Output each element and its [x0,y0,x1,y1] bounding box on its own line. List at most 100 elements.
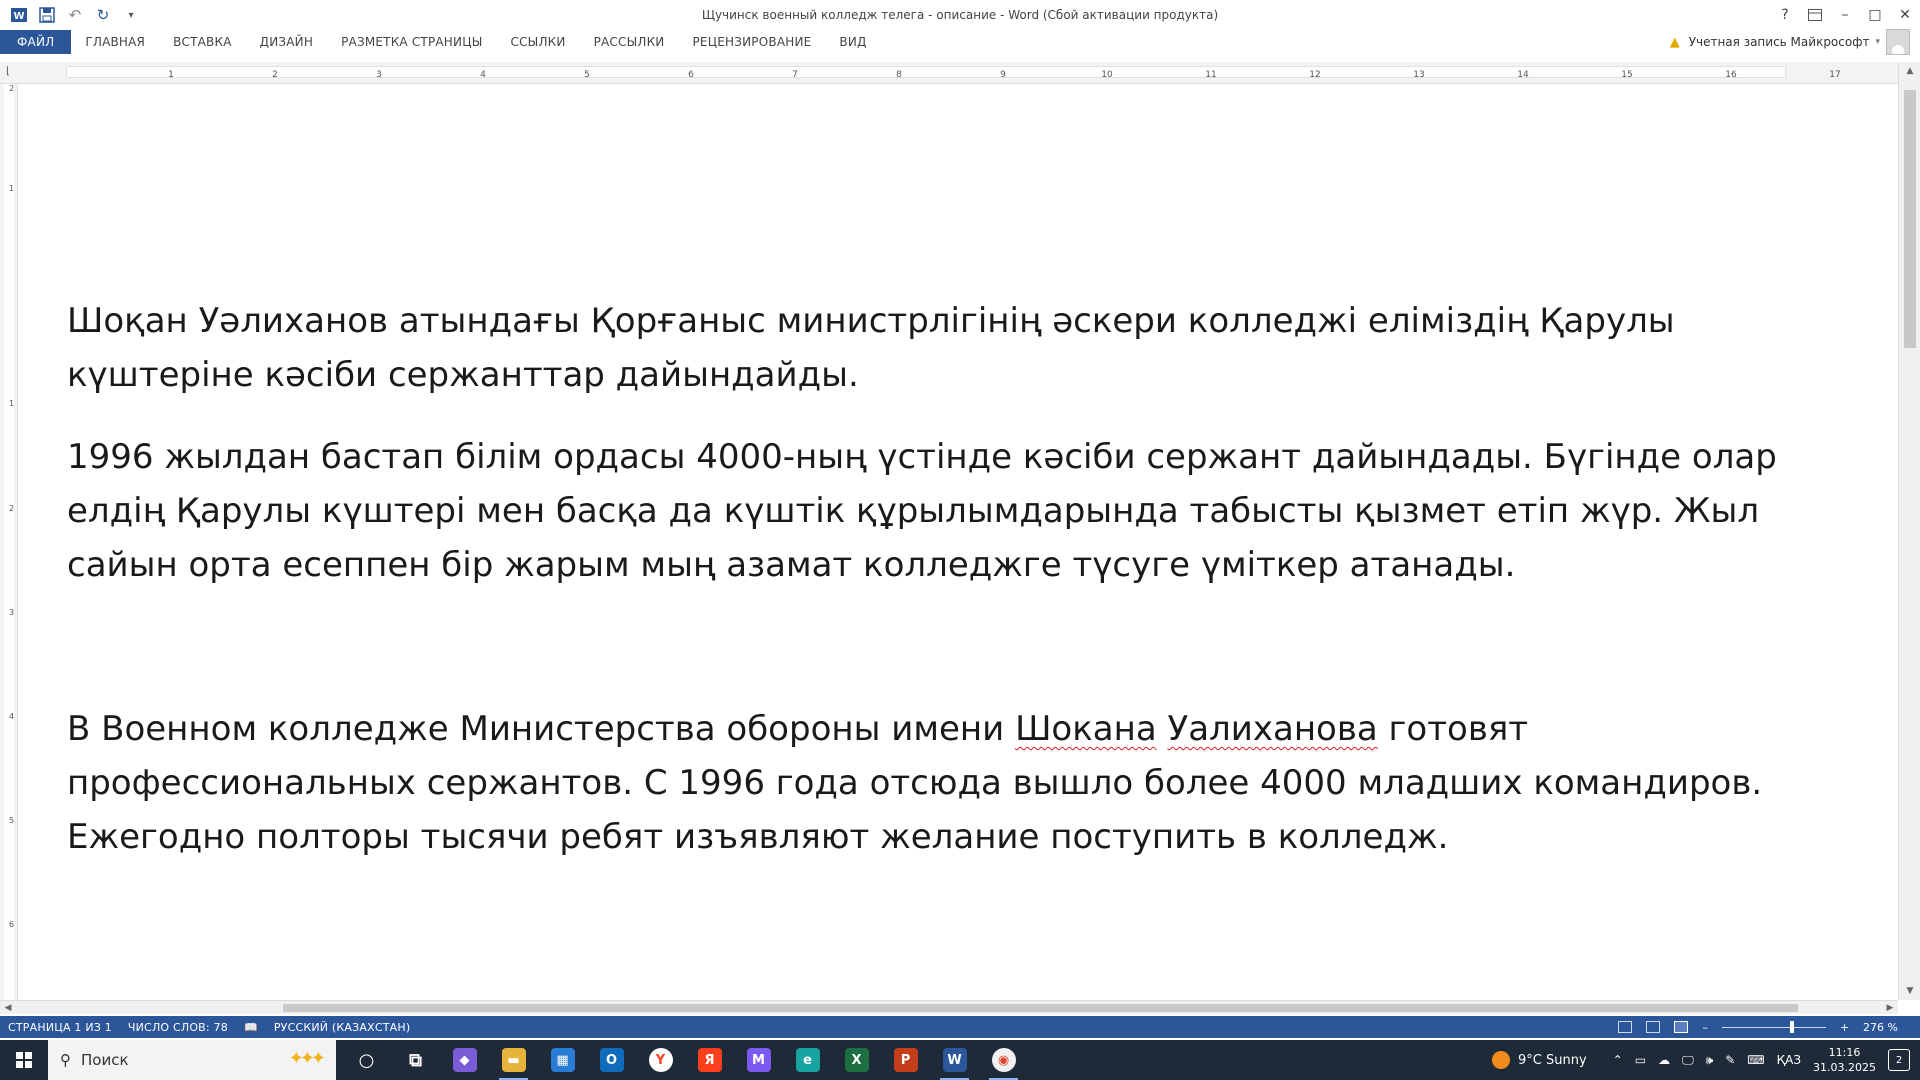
task-view-taskbar-button[interactable]: ⧉ [391,1040,440,1080]
tab-page-layout[interactable]: РАЗМЕТКА СТРАНИЦЫ [327,30,496,54]
taskbar-search[interactable]: ⚲ Поиск ✦✦✦ [48,1040,336,1080]
account-dropdown-icon[interactable]: ▾ [1875,37,1880,47]
vertical-ruler-number: 5 [9,816,15,825]
save-icon[interactable] [36,4,58,26]
paragraph-russian[interactable]: В Военном колледже Министерства обороны … [67,702,1827,864]
print-layout-icon[interactable] [1646,1021,1661,1033]
paragraph-text: В Военном колледже Министерства обороны … [67,709,1016,749]
start-button[interactable] [0,1040,48,1080]
ruler-number: 4 [480,70,486,80]
scroll-thumb[interactable] [1904,90,1916,348]
chrome-taskbar-button[interactable]: ◉ [979,1040,1028,1080]
proofing-icon[interactable]: 📖 [236,1021,266,1034]
language-indicator[interactable]: РУССКИЙ (КАЗАХСТАН) [266,1021,419,1034]
tab-file[interactable]: ФАЙЛ [0,30,72,54]
clock[interactable]: 11:16 31.03.2025 [1813,1045,1876,1075]
tab-selector-icon[interactable]: ⌊ [6,66,18,78]
file-explorer-taskbar-button[interactable]: ▬ [489,1040,538,1080]
pen-icon[interactable]: ✎ [1725,1053,1735,1067]
m365-taskbar-button[interactable]: M [734,1040,783,1080]
yandex-browser-icon: Y [648,1048,673,1072]
cloud-icon[interactable]: ☁ [1658,1053,1670,1067]
network-icon[interactable]: 🖵 [1682,1053,1694,1068]
vertical-scrollbar[interactable]: ▲ ▼ [1898,62,1920,1000]
store-taskbar-button[interactable]: ▦ [538,1040,587,1080]
excel-taskbar-button[interactable]: X [832,1040,881,1080]
document-page[interactable]: Шоқан Уәлиханов атындағы Қорғаныс минист… [19,84,1898,1000]
vertical-ruler-number: 2 [9,84,15,93]
customize-quick-access-icon[interactable]: ▾ [120,4,142,26]
outlook-taskbar-button[interactable]: O [587,1040,636,1080]
page-count[interactable]: СТРАНИЦА 1 ИЗ 1 [0,1021,120,1034]
ruler-number: 2 [272,70,278,80]
horizontal-ruler[interactable]: ⌊ 1 2 3 4 5 6 7 8 9 10 11 12 13 14 15 16 17 [0,62,1920,84]
zoom-slider-thumb[interactable] [1789,1020,1794,1033]
read-mode-icon[interactable] [1618,1021,1633,1033]
ruler-number: 3 [376,70,382,80]
yandex-taskbar-button[interactable]: Я [685,1040,734,1080]
tab-home[interactable]: ГЛАВНАЯ [71,30,159,54]
scroll-left-icon[interactable]: ◀ [0,1001,16,1015]
tab-design[interactable]: ДИЗАЙН [246,30,327,54]
ribbon-display-options-icon[interactable] [1800,0,1830,30]
minimize-button[interactable]: – [1830,0,1860,30]
horizontal-scroll-thumb[interactable] [283,1004,1798,1012]
tab-insert[interactable]: ВСТАВКА [159,30,246,54]
search-placeholder: Поиск [81,1051,129,1069]
notifications-icon[interactable]: 2 [1888,1049,1910,1071]
account-label[interactable]: Учетная запись Майкрософт [1689,35,1870,49]
svg-text:W: W [13,11,24,22]
help-icon[interactable]: ? [1770,0,1800,30]
yandex-icon: Я [697,1048,722,1072]
avatar[interactable] [1886,29,1910,55]
word-app-icon[interactable]: W [8,4,30,26]
word-count[interactable]: ЧИСЛО СЛОВ: 78 [120,1021,236,1034]
vertical-ruler[interactable]: 2 1 1 2 3 4 5 6 [0,84,18,1000]
copilot-taskbar-button[interactable]: ◆ [440,1040,489,1080]
scroll-up-icon[interactable]: ▲ [1899,62,1920,80]
word-taskbar-button[interactable]: W [930,1040,979,1080]
warning-icon: ▲ [1669,34,1680,50]
ruler-number: 9 [1000,70,1006,80]
zoom-level[interactable]: 276 % [1863,1021,1898,1034]
misspelled-word[interactable]: Шокана [1015,709,1157,749]
restore-button[interactable]: □ [1860,0,1890,30]
undo-icon[interactable]: ↶ [64,4,86,26]
status-bar: СТРАНИЦА 1 ИЗ 1 ЧИСЛО СЛОВ: 78 📖 РУССКИЙ… [0,1016,1920,1038]
tab-mailings[interactable]: РАССЫЛКИ [580,30,679,54]
tab-review[interactable]: РЕЦЕНЗИРОВАНИЕ [679,30,826,54]
paragraph-text [1157,709,1168,749]
zoom-out-button[interactable]: – [1702,1021,1708,1034]
account-area[interactable]: ▲ Учетная запись Майкрософт ▾ [1667,29,1910,55]
tab-view[interactable]: ВИД [825,30,880,54]
meet-icon[interactable]: ▭ [1635,1053,1646,1067]
ruler-number: 16 [1725,70,1737,80]
horizontal-scrollbar[interactable]: ◀ ▶ [0,1000,1898,1014]
paragraph-kazakh-1[interactable]: Шоқан Уәлиханов атындағы Қорғаныс минист… [67,294,1827,402]
scroll-down-icon[interactable]: ▼ [1899,982,1920,1000]
chrome-icon: ◉ [991,1048,1016,1072]
title-bar: W ↶ ↻ ▾ Щучинск военный колледж телега -… [0,0,1920,30]
ruler-number: 17 [1829,70,1841,80]
zoom-in-button[interactable]: + [1840,1021,1849,1034]
volume-icon[interactable]: 🕪 [1706,1053,1714,1068]
powerpoint-taskbar-button[interactable]: P [881,1040,930,1080]
zoom-slider[interactable] [1721,1020,1826,1033]
weather-widget[interactable]: 9°C Sunny [1492,1051,1587,1069]
edge-taskbar-button[interactable]: e [783,1040,832,1080]
keyboard-icon[interactable]: ⌨ [1747,1053,1764,1067]
cortana-taskbar-button[interactable]: ○ [342,1040,391,1080]
misspelled-word[interactable]: Уалиханова [1167,709,1377,749]
tray-overflow-icon[interactable]: ⌃ [1613,1053,1623,1067]
windows-icon [16,1052,32,1068]
close-button[interactable]: ✕ [1890,0,1920,30]
web-layout-icon[interactable] [1674,1021,1689,1033]
yandex-browser-taskbar-button[interactable]: Y [636,1040,685,1080]
tab-references[interactable]: ССЫЛКИ [497,30,580,54]
vertical-ruler-number: 6 [9,920,15,929]
paragraph-kazakh-2[interactable]: 1996 жылдан бастап білім ордасы 4000-ның… [67,430,1827,592]
redo-icon[interactable]: ↻ [92,4,114,26]
vertical-ruler-number: 1 [9,399,15,408]
scroll-right-icon[interactable]: ▶ [1882,1001,1898,1015]
input-language[interactable]: ҚАЗ [1777,1053,1801,1067]
